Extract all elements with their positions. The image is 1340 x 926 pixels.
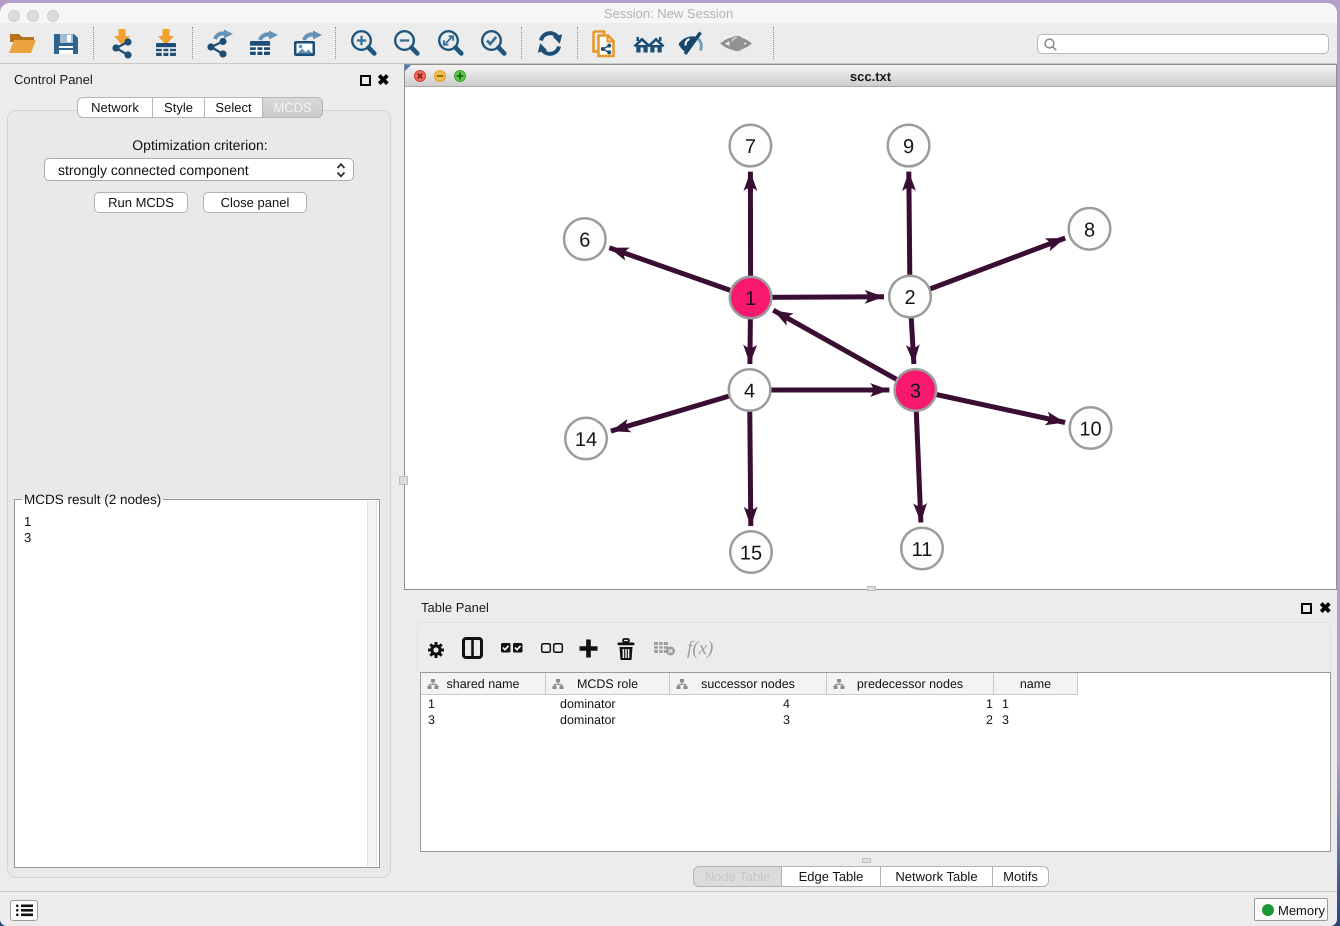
svg-text:3: 3 — [910, 381, 921, 403]
svg-text:7: 7 — [745, 136, 756, 158]
svg-text:6: 6 — [579, 230, 590, 252]
svg-text:9: 9 — [903, 136, 914, 158]
svg-text:8: 8 — [1084, 219, 1095, 241]
svg-text:2: 2 — [904, 287, 915, 309]
svg-text:4: 4 — [744, 381, 755, 403]
svg-text:15: 15 — [740, 543, 762, 565]
svg-text:1: 1 — [745, 288, 756, 310]
svg-text:11: 11 — [912, 539, 933, 561]
svg-text:14: 14 — [575, 429, 597, 451]
svg-text:10: 10 — [1079, 419, 1101, 441]
